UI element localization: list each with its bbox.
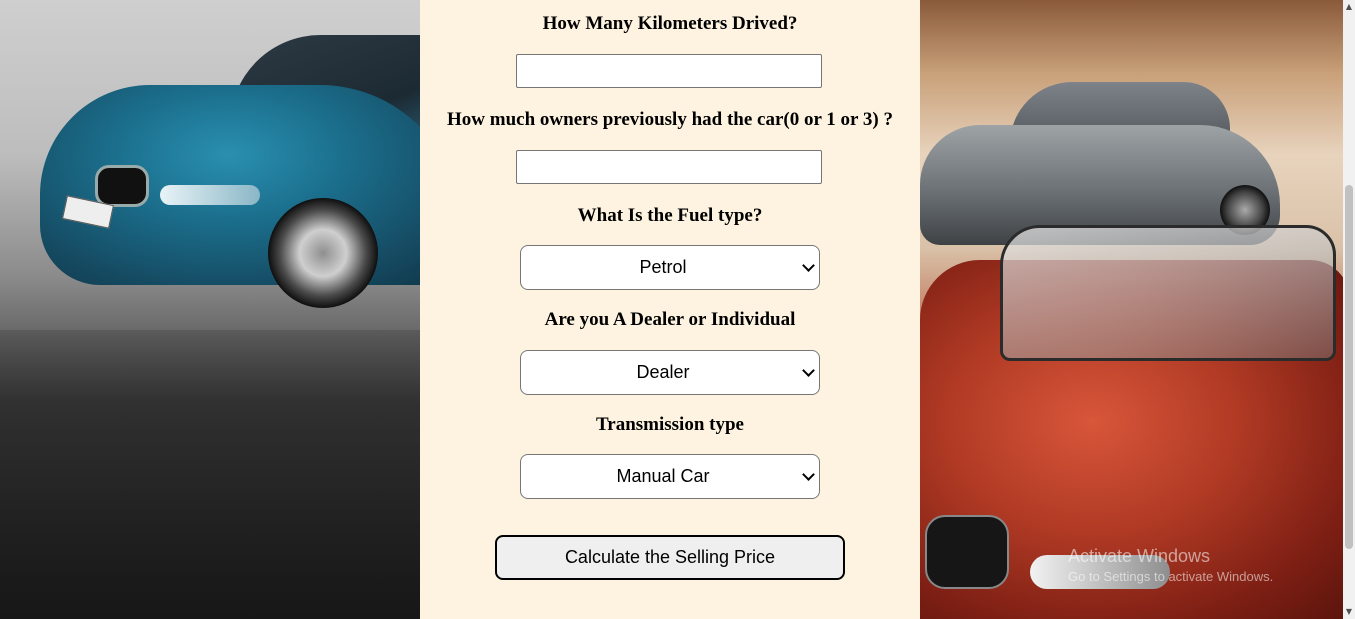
watermark-subtitle: Go to Settings to activate Windows. [1068,569,1274,584]
transmission-label: Transmission type [596,414,744,435]
fuel-type-selected: Petrol [639,257,687,277]
owners-input[interactable] [516,150,822,184]
scroll-up-arrow-icon[interactable]: ▲ [1343,0,1355,14]
prediction-form: How Many Kilometers Drived? How much own… [420,0,920,619]
seller-type-select[interactable]: Dealer [520,350,820,395]
kilometers-label: How Many Kilometers Drived? [542,13,798,34]
seller-type-label: Are you A Dealer or Individual [544,309,796,330]
fuel-type-select[interactable]: Petrol [520,245,820,290]
fuel-type-label: What Is the Fuel type? [577,205,763,226]
scroll-down-arrow-icon[interactable]: ▼ [1343,605,1355,619]
owners-label: How much owners previously had the car(0… [447,109,893,130]
transmission-select[interactable]: Manual Car [520,454,820,499]
calculate-price-button[interactable]: Calculate the Selling Price [495,535,845,580]
transmission-selected: Manual Car [616,466,710,486]
scrollbar-thumb[interactable] [1345,185,1353,549]
blue-car-headlight [160,185,260,205]
activate-windows-watermark: Activate Windows Go to Settings to activ… [1068,546,1273,584]
watermark-title: Activate Windows [1068,546,1211,566]
road-reflection [0,330,420,619]
red-car-windshield [1000,225,1336,361]
kilometers-input[interactable] [516,54,822,88]
blue-car-grille [95,165,149,207]
seller-type-selected: Dealer [636,362,690,382]
blue-car-wheel [268,198,378,308]
background-image-left [0,0,420,619]
red-car-grille [925,515,1009,589]
